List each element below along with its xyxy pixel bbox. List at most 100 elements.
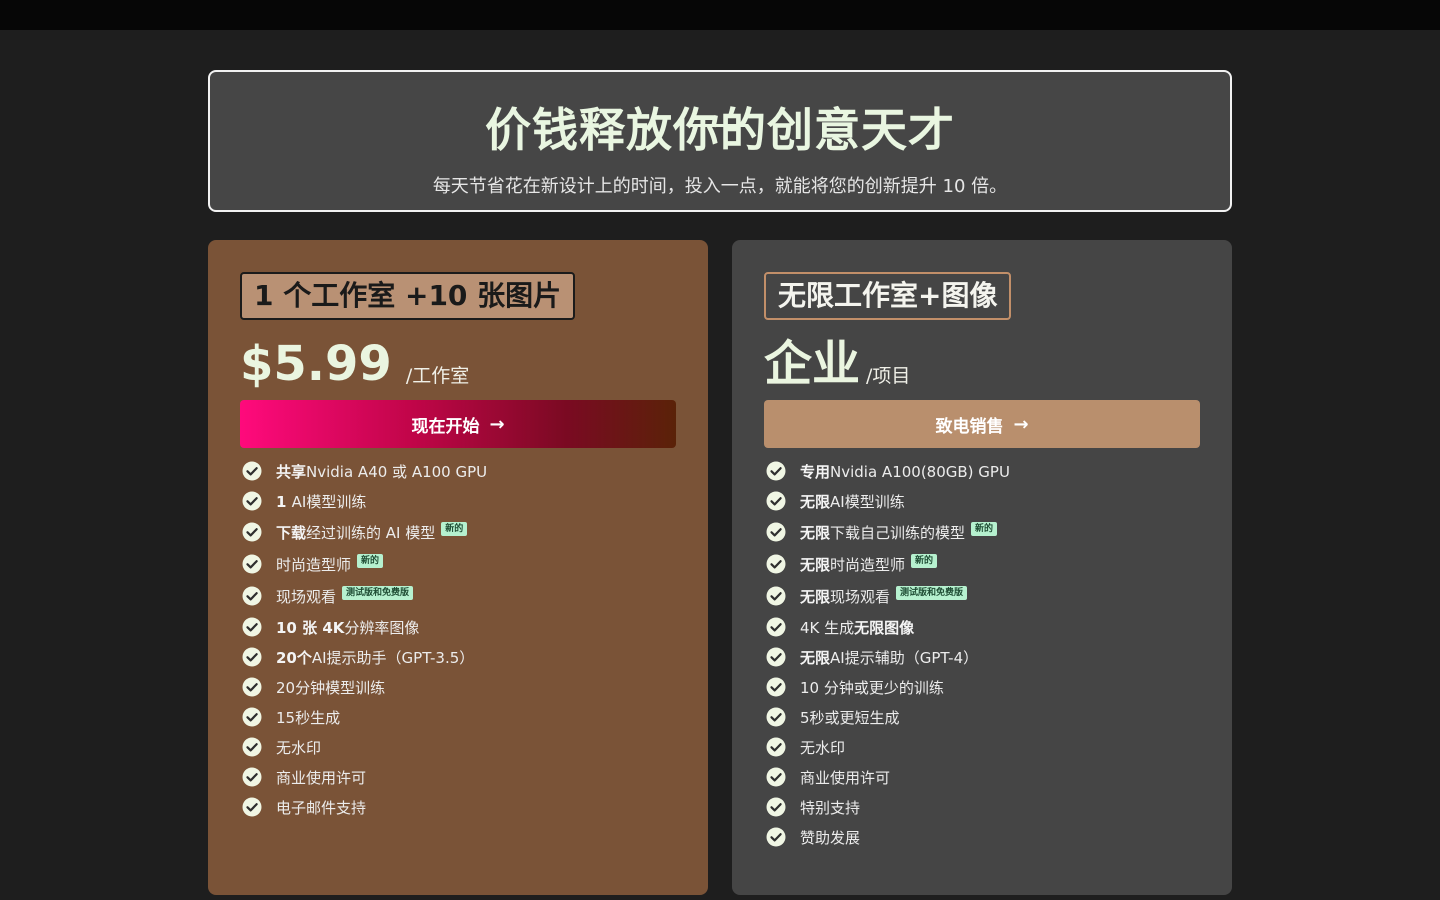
feature-badge: 新的 xyxy=(441,522,468,536)
feature-label: AI提示辅助（GPT-4） xyxy=(830,648,979,667)
feature-label: 时尚造型师 xyxy=(830,555,906,574)
feature-text: 无限下载自己训练的模型 xyxy=(800,522,965,543)
feature-text: 无限现场观看 xyxy=(800,586,890,607)
check-circle-icon xyxy=(766,827,786,847)
feature-label: 商业使用许可 xyxy=(800,768,891,787)
check-circle-icon xyxy=(242,586,262,606)
feature-badge: 新的 xyxy=(971,522,998,536)
feature-label: 特别支持 xyxy=(800,798,861,817)
feature-item: 时尚造型师 新的 xyxy=(240,548,680,580)
feature-label: AI模型训练 xyxy=(830,492,905,511)
feature-badge: 新的 xyxy=(911,554,938,568)
feature-item: 5秒或更短生成 xyxy=(764,702,1204,732)
feature-item: 专用Nvidia A100(80GB) GPU xyxy=(764,456,1204,486)
feature-highlight: 无限 xyxy=(800,523,831,542)
feature-label: 经过训练的 AI 模型 xyxy=(306,523,436,542)
feature-label: 分辨率图像 xyxy=(344,618,420,637)
feature-item: 15秒生成 xyxy=(240,702,680,732)
feature-label: 下载自己训练的模型 xyxy=(830,523,966,542)
plan-card-studio: 1 个工作室 +10 张图片 $5.99 /工作室 现在开始 → 共享Nvidi… xyxy=(208,240,708,895)
plan-price-unit: /项目 xyxy=(866,365,911,387)
get-started-button[interactable]: 现在开始 → xyxy=(240,400,676,448)
check-circle-icon xyxy=(766,461,786,481)
feature-text: 10 张 4K分辨率图像 xyxy=(276,617,419,638)
check-circle-icon xyxy=(766,707,786,727)
feature-text: 无限AI提示辅助（GPT-4） xyxy=(800,647,978,668)
check-circle-icon xyxy=(766,677,786,697)
feature-item: 10 分钟或更少的训练 xyxy=(764,672,1204,702)
feature-highlight: 共享 xyxy=(276,462,307,481)
feature-item: 无限现场观看 测试版和免费版 xyxy=(764,580,1204,612)
check-circle-icon xyxy=(766,737,786,757)
feature-highlight: 无限 xyxy=(800,648,831,667)
pricing-hero: 价钱释放你的创意天才 每天节省花在新设计上的时间，投入一点，就能将您的创新提升 … xyxy=(208,70,1232,212)
feature-item: 共享Nvidia A40 或 A100 GPU xyxy=(240,456,680,486)
feature-item: 无限时尚造型师 新的 xyxy=(764,548,1204,580)
feature-label: 无水印 xyxy=(800,738,846,757)
page-title-text: 价钱释放你的创意天才 xyxy=(485,103,955,157)
feature-text: 无水印 xyxy=(800,737,845,758)
check-circle-icon xyxy=(242,767,262,787)
feature-text: 下载经过训练的 AI 模型 xyxy=(276,522,435,543)
check-circle-icon xyxy=(766,586,786,606)
feature-item: 20个AI提示助手（GPT-3.5） xyxy=(240,642,680,672)
feature-badge: 测试版和免费版 xyxy=(342,586,414,600)
feature-highlight: 无限 xyxy=(800,555,831,574)
price-row: 企业 /项目 xyxy=(764,336,910,392)
feature-list: 专用Nvidia A100(80GB) GPU 无限AI模型训练 无限下载自己训练的… xyxy=(764,456,1204,852)
check-circle-icon xyxy=(766,797,786,817)
feature-item: 现场观看 测试版和免费版 xyxy=(240,580,680,612)
feature-text: 15秒生成 xyxy=(276,707,340,728)
feature-label: 20分钟模型训练 xyxy=(276,678,386,697)
feature-item: 无限AI模型训练 xyxy=(764,486,1204,516)
feature-label: 现场观看 xyxy=(276,587,337,606)
feature-text: 20个AI提示助手（GPT-3.5） xyxy=(276,647,474,668)
feature-label: 商业使用许可 xyxy=(276,768,367,787)
feature-label: Nvidia A100(80GB) GPU xyxy=(830,462,1010,481)
feature-list: 共享Nvidia A40 或 A100 GPU 1 AI模型训练 下载经过训练的 A… xyxy=(240,456,680,822)
feature-label: 无水印 xyxy=(276,738,322,757)
check-circle-icon xyxy=(766,767,786,787)
page-subtitle: 每天节省花在新设计上的时间，投入一点，就能将您的创新提升 10 倍。 xyxy=(432,176,1008,197)
feature-highlight: 1 xyxy=(276,492,292,511)
check-circle-icon xyxy=(242,677,262,697)
check-circle-icon xyxy=(766,522,786,542)
feature-label: 时尚造型师 xyxy=(276,555,352,574)
feature-item: 下载经过训练的 AI 模型 新的 xyxy=(240,516,680,548)
feature-highlight: 无限图像 xyxy=(854,618,915,637)
feature-item: 无限下载自己训练的模型 新的 xyxy=(764,516,1204,548)
feature-text: 商业使用许可 xyxy=(276,767,366,788)
feature-item: 特别支持 xyxy=(764,792,1204,822)
feature-label: 4K 生成 xyxy=(800,618,855,637)
check-circle-icon xyxy=(242,554,262,574)
feature-label: 电子邮件支持 xyxy=(276,798,367,817)
title-strike-decoration xyxy=(688,124,748,127)
feature-text: 4K 生成无限图像 xyxy=(800,617,914,638)
feature-item: 商业使用许可 xyxy=(764,762,1204,792)
check-circle-icon xyxy=(766,554,786,574)
feature-text: 专用Nvidia A100(80GB) GPU xyxy=(800,461,1010,482)
plan-name: 1 个工作室 +10 张图片 xyxy=(240,272,576,320)
feature-text: 无限AI模型训练 xyxy=(800,491,905,512)
feature-highlight: 无限 xyxy=(800,492,831,511)
feature-label: 赞助发展 xyxy=(800,828,861,847)
feature-text: 电子邮件支持 xyxy=(276,797,366,818)
feature-text: 现场观看 xyxy=(276,586,336,607)
check-circle-icon xyxy=(242,522,262,542)
plan-card-enterprise: 无限工作室+图像 企业 /项目 致电销售 → 专用Nvidia A100(80G… xyxy=(732,240,1232,895)
check-circle-icon xyxy=(242,491,262,511)
feature-highlight: 专用 xyxy=(800,462,831,481)
cta-label: 现在开始 xyxy=(411,416,480,437)
feature-text: 10 分钟或更少的训练 xyxy=(800,677,944,698)
contact-sales-button[interactable]: 致电销售 → xyxy=(764,400,1200,448)
feature-text: 共享Nvidia A40 或 A100 GPU xyxy=(276,461,487,482)
check-circle-icon xyxy=(766,647,786,667)
feature-text: 无限时尚造型师 xyxy=(800,554,905,575)
feature-text: 时尚造型师 xyxy=(276,554,351,575)
feature-text: 5秒或更短生成 xyxy=(800,707,900,728)
plan-name: 无限工作室+图像 xyxy=(764,272,1012,320)
feature-item: 1 AI模型训练 xyxy=(240,486,680,516)
cta-label: 致电销售 xyxy=(935,416,1004,437)
feature-highlight: 无限 xyxy=(800,587,831,606)
feature-item: 商业使用许可 xyxy=(240,762,680,792)
